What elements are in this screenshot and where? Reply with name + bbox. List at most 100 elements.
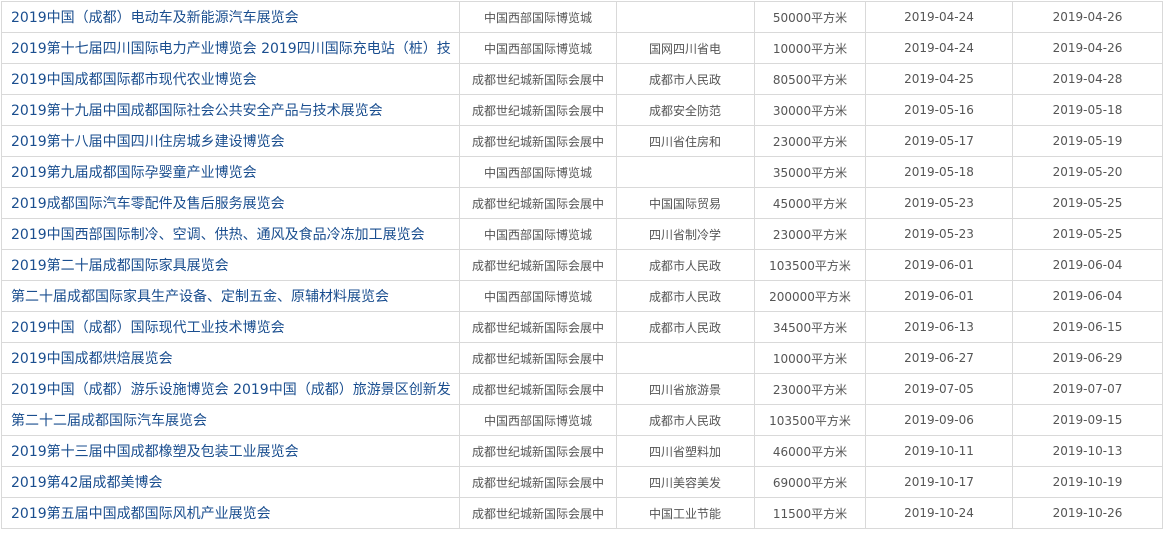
table-row: 2019第十三届中国成都橡塑及包装工业展览会 成都世纪城新国际会展中 四川省塑料加 4… xyxy=(1,435,1163,467)
venue-cell: 成都世纪城新国际会展中 xyxy=(459,342,617,374)
area-cell: 46000平方米 xyxy=(754,435,866,467)
end-date-cell: 2019-06-04 xyxy=(1012,249,1163,281)
exhibition-name-link[interactable]: 2019第五届中国成都国际风机产业展览会 xyxy=(11,506,271,522)
end-date-cell: 2019-06-15 xyxy=(1012,311,1163,343)
start-date-cell: 2019-10-17 xyxy=(865,466,1013,498)
start-date-cell: 2019-10-11 xyxy=(865,435,1013,467)
end-date-cell: 2019-05-25 xyxy=(1012,218,1163,250)
end-date-cell: 2019-05-20 xyxy=(1012,156,1163,188)
exhibition-name-link[interactable]: 第二十二届成都国际汽车展览会 xyxy=(11,413,207,429)
exhibition-name-link[interactable]: 2019第十八届中国四川住房城乡建设博览会 xyxy=(11,134,285,150)
area-cell: 23000平方米 xyxy=(754,218,866,250)
organizer-cell: 成都市人民政 xyxy=(616,311,755,343)
exhibition-name-link[interactable]: 2019第二十届成都国际家具展览会 xyxy=(11,258,229,274)
end-date-cell: 2019-04-28 xyxy=(1012,63,1163,95)
area-cell: 50000平方米 xyxy=(754,1,866,33)
end-date-cell: 2019-10-26 xyxy=(1012,497,1163,529)
table-row: 2019中国成都烘焙展览会 成都世纪城新国际会展中 10000平方米 2019-06-… xyxy=(1,342,1163,374)
end-date-cell: 2019-06-04 xyxy=(1012,280,1163,312)
end-date-cell: 2019-07-07 xyxy=(1012,373,1163,405)
table-row: 2019第五届中国成都国际风机产业展览会 成都世纪城新国际会展中 中国工业节能 115… xyxy=(1,497,1163,529)
exhibition-name-cell: 2019中国成都国际都市现代农业博览会 xyxy=(1,63,460,95)
start-date-cell: 2019-10-24 xyxy=(865,497,1013,529)
venue-cell: 中国西部国际博览城 xyxy=(459,156,617,188)
end-date-cell: 2019-05-18 xyxy=(1012,94,1163,126)
exhibition-name-cell: 2019第十三届中国成都橡塑及包装工业展览会 xyxy=(1,435,460,467)
table-row: 2019第十八届中国四川住房城乡建设博览会 成都世纪城新国际会展中 四川省住房和 23… xyxy=(1,125,1163,157)
table-row: 2019中国西部国际制冷、空调、供热、通风及食品冷冻加工展览会 中国西部国际博览城… xyxy=(1,218,1163,250)
table-row: 2019中国（成都）游乐设施博览会 2019中国（成都）旅游景区创新发 成都世纪城… xyxy=(1,373,1163,405)
area-cell: 11500平方米 xyxy=(754,497,866,529)
area-cell: 10000平方米 xyxy=(754,342,866,374)
organizer-cell: 四川省旅游景 xyxy=(616,373,755,405)
venue-cell: 中国西部国际博览城 xyxy=(459,218,617,250)
area-cell: 200000平方米 xyxy=(754,280,866,312)
table-row: 2019中国成都国际都市现代农业博览会 成都世纪城新国际会展中 成都市人民政 8050… xyxy=(1,63,1163,95)
start-date-cell: 2019-06-13 xyxy=(865,311,1013,343)
end-date-cell: 2019-05-25 xyxy=(1012,187,1163,219)
area-cell: 23000平方米 xyxy=(754,373,866,405)
exhibition-name-cell: 2019第二十届成都国际家具展览会 xyxy=(1,249,460,281)
end-date-cell: 2019-06-29 xyxy=(1012,342,1163,374)
organizer-cell xyxy=(616,156,755,188)
exhibition-name-cell: 2019第42届成都美博会 xyxy=(1,466,460,498)
organizer-cell: 成都市人民政 xyxy=(616,280,755,312)
venue-cell: 成都世纪城新国际会展中 xyxy=(459,249,617,281)
start-date-cell: 2019-05-16 xyxy=(865,94,1013,126)
table-row: 2019第二十届成都国际家具展览会 成都世纪城新国际会展中 成都市人民政 103500… xyxy=(1,249,1163,281)
exhibition-name-link[interactable]: 2019中国（成都）游乐设施博览会 2019中国（成都）旅游景区创新发 xyxy=(11,382,451,398)
exhibition-name-link[interactable]: 2019中国成都国际都市现代农业博览会 xyxy=(11,72,257,88)
end-date-cell: 2019-05-19 xyxy=(1012,125,1163,157)
exhibition-name-link[interactable]: 2019中国西部国际制冷、空调、供热、通风及食品冷冻加工展览会 xyxy=(11,227,425,243)
exhibition-name-cell: 2019第五届中国成都国际风机产业展览会 xyxy=(1,497,460,529)
area-cell: 35000平方米 xyxy=(754,156,866,188)
start-date-cell: 2019-05-18 xyxy=(865,156,1013,188)
end-date-cell: 2019-04-26 xyxy=(1012,1,1163,33)
exhibition-name-cell: 2019第九届成都国际孕婴童产业博览会 xyxy=(1,156,460,188)
venue-cell: 中国西部国际博览城 xyxy=(459,404,617,436)
venue-cell: 成都世纪城新国际会展中 xyxy=(459,373,617,405)
exhibition-name-link[interactable]: 2019中国成都烘焙展览会 xyxy=(11,351,173,367)
exhibition-name-cell: 第二十二届成都国际汽车展览会 xyxy=(1,404,460,436)
exhibition-name-cell: 2019第十八届中国四川住房城乡建设博览会 xyxy=(1,125,460,157)
start-date-cell: 2019-05-23 xyxy=(865,218,1013,250)
exhibition-name-cell: 2019中国（成都）国际现代工业技术博览会 xyxy=(1,311,460,343)
venue-cell: 成都世纪城新国际会展中 xyxy=(459,466,617,498)
start-date-cell: 2019-06-01 xyxy=(865,249,1013,281)
exhibition-name-link[interactable]: 第二十届成都国际家具生产设备、定制五金、原辅材料展览会 xyxy=(11,289,389,305)
organizer-cell xyxy=(616,342,755,374)
exhibition-name-cell: 2019中国（成都）电动车及新能源汽车展览会 xyxy=(1,1,460,33)
exhibition-name-link[interactable]: 2019成都国际汽车零配件及售后服务展览会 xyxy=(11,196,285,212)
start-date-cell: 2019-04-24 xyxy=(865,32,1013,64)
table-row: 2019第42届成都美博会 成都世纪城新国际会展中 四川美容美发 69000平方米 20… xyxy=(1,466,1163,498)
area-cell: 10000平方米 xyxy=(754,32,866,64)
table-row: 2019中国（成都）国际现代工业技术博览会 成都世纪城新国际会展中 成都市人民政 34… xyxy=(1,311,1163,343)
exhibition-name-link[interactable]: 2019第十三届中国成都橡塑及包装工业展览会 xyxy=(11,444,299,460)
venue-cell: 成都世纪城新国际会展中 xyxy=(459,187,617,219)
table-row: 2019成都国际汽车零配件及售后服务展览会 成都世纪城新国际会展中 中国国际贸易 45… xyxy=(1,187,1163,219)
area-cell: 30000平方米 xyxy=(754,94,866,126)
exhibition-table: 2019中国（成都）电动车及新能源汽车展览会 中国西部国际博览城 50000平方米 2… xyxy=(1,1,1163,529)
exhibition-name-link[interactable]: 2019第九届成都国际孕婴童产业博览会 xyxy=(11,165,257,181)
organizer-cell: 四川省塑料加 xyxy=(616,435,755,467)
table-row: 2019第九届成都国际孕婴童产业博览会 中国西部国际博览城 35000平方米 2019… xyxy=(1,156,1163,188)
organizer-cell: 四川省制冷学 xyxy=(616,218,755,250)
venue-cell: 中国西部国际博览城 xyxy=(459,32,617,64)
area-cell: 80500平方米 xyxy=(754,63,866,95)
venue-cell: 成都世纪城新国际会展中 xyxy=(459,497,617,529)
exhibition-name-link[interactable]: 2019第十九届中国成都国际社会公共安全产品与技术展览会 xyxy=(11,103,383,119)
organizer-cell: 成都市人民政 xyxy=(616,249,755,281)
exhibition-name-cell: 第二十届成都国际家具生产设备、定制五金、原辅材料展览会 xyxy=(1,280,460,312)
start-date-cell: 2019-06-01 xyxy=(865,280,1013,312)
exhibition-name-link[interactable]: 2019中国（成都）国际现代工业技术博览会 xyxy=(11,320,285,336)
exhibition-name-link[interactable]: 2019中国（成都）电动车及新能源汽车展览会 xyxy=(11,10,299,26)
area-cell: 34500平方米 xyxy=(754,311,866,343)
exhibition-name-cell: 2019第十九届中国成都国际社会公共安全产品与技术展览会 xyxy=(1,94,460,126)
exhibition-name-link[interactable]: 2019第42届成都美博会 xyxy=(11,475,162,491)
start-date-cell: 2019-07-05 xyxy=(865,373,1013,405)
exhibition-table-body: 2019中国（成都）电动车及新能源汽车展览会 中国西部国际博览城 50000平方米 2… xyxy=(1,1,1163,529)
exhibition-name-link[interactable]: 2019第十七届四川国际电力产业博览会 2019四川国际充电站（桩）技 xyxy=(11,41,451,57)
table-row: 2019第十九届中国成都国际社会公共安全产品与技术展览会 成都世纪城新国际会展中成… xyxy=(1,94,1163,126)
table-row: 2019第十七届四川国际电力产业博览会 2019四川国际充电站（桩）技 中国西部国… xyxy=(1,32,1163,64)
exhibition-name-cell: 2019成都国际汽车零配件及售后服务展览会 xyxy=(1,187,460,219)
